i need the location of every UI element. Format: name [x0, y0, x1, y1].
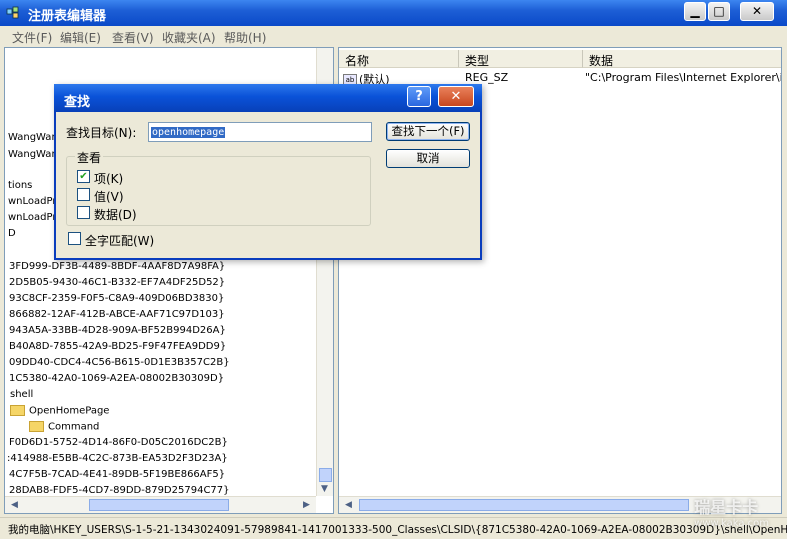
tree-item-shell[interactable]: shell	[10, 389, 33, 400]
keys-checkbox[interactable]: ✔	[77, 170, 90, 183]
tree-item[interactable]: 943A5A-33BB-4D28-909A-BF52B994D26A}	[9, 325, 226, 336]
registry-editor-window: 注册表编辑器 ▁ □ ✕ 文件(F) 编辑(E) 查看(V) 收藏夹(A) 帮助…	[0, 0, 787, 539]
maximize-button[interactable]: □	[708, 2, 730, 21]
tree-item-label: Command	[48, 421, 100, 433]
tree-item[interactable]: :414988-E5BB-4C2C-873B-EA53D2F3D23A}	[7, 453, 228, 464]
match-whole-checkbox[interactable]	[68, 232, 81, 245]
tree-item[interactable]: D	[8, 228, 16, 239]
folder-icon	[10, 405, 25, 416]
registry-app-icon	[6, 6, 19, 19]
tree-item[interactable]: 93C8CF-2359-F0F5-C8A9-409D06BD3830}	[9, 293, 224, 304]
menu-edit[interactable]: 编辑(E)	[60, 29, 101, 46]
tree-item[interactable]: 09DD40-CDC4-4C56-B615-0D1E3B357C2B}	[9, 357, 230, 368]
watermark-sub: www.kaka.com	[694, 518, 769, 529]
keys-label: 项(K)	[94, 172, 124, 186]
tree-item[interactable]: 2D5B05-9430-46C1-B332-EF7A4DF25D52}	[9, 277, 225, 288]
values-label: 值(V)	[94, 190, 124, 204]
data-label: 数据(D)	[94, 208, 137, 222]
scroll-right-arrow-icon[interactable]: ▶	[303, 500, 310, 510]
find-input-value: openhomepage	[151, 127, 226, 138]
menu-favorites[interactable]: 收藏夹(A)	[162, 29, 216, 46]
tree-item-openhomepage[interactable]: OpenHomePage	[10, 405, 109, 417]
find-input[interactable]: openhomepage	[148, 122, 372, 142]
menu-view[interactable]: 查看(V)	[112, 29, 154, 46]
tree-hscroll-thumb[interactable]	[89, 499, 229, 511]
tree-item[interactable]: 866882-12AF-412B-ABCE-AAF71C97D103}	[9, 309, 225, 320]
value-data: "C:\Program Files\Internet Explorer\iexp	[585, 71, 782, 84]
column-type[interactable]: 类型	[459, 50, 583, 68]
scroll-left-arrow-icon[interactable]: ◀	[11, 500, 18, 510]
find-dialog: 查找 ? ✕ 查找目标(N): openhomepage 查找下一个(F) 取消…	[54, 84, 482, 260]
menu-help[interactable]: 帮助(H)	[224, 29, 266, 46]
minimize-button[interactable]: ▁	[684, 2, 706, 21]
tree-item[interactable]: WangWan	[8, 149, 58, 160]
look-at-label: 查看	[75, 149, 104, 166]
help-button[interactable]: ?	[407, 86, 431, 107]
match-whole-label: 全字匹配(W)	[85, 234, 155, 248]
look-at-group: 查看 ✔ 项(K) 值(V) 数据(D)	[66, 149, 371, 226]
cancel-button[interactable]: 取消	[386, 149, 470, 168]
window-title: 注册表编辑器	[28, 9, 107, 24]
scroll-down-arrow-icon[interactable]: ▼	[321, 484, 328, 494]
tree-item-command[interactable]: Command	[29, 421, 99, 433]
dialog-title: 查找	[64, 95, 91, 110]
folder-icon	[29, 421, 44, 432]
find-label: 查找目标(N):	[66, 126, 137, 140]
status-path: 我的电脑\HKEY_USERS\S-1-5-21-1343024091-5798…	[8, 524, 787, 536]
tree-horizontal-scrollbar[interactable]: ◀ ▶	[5, 496, 316, 513]
scroll-left-arrow-icon[interactable]: ◀	[345, 500, 352, 510]
tree-item-label: OpenHomePage	[29, 405, 110, 417]
values-checkbox[interactable]	[77, 188, 90, 201]
dialog-close-button[interactable]: ✕	[438, 86, 474, 107]
list-hscroll-thumb[interactable]	[359, 499, 689, 511]
tree-item[interactable]: F0D6D1-5752-4D14-86F0-D05C2016DC2B}	[9, 437, 228, 448]
tree-item[interactable]: B40A8D-7855-42A9-BD25-F9F47FEA9DD9}	[9, 341, 226, 352]
column-name[interactable]: 名称	[339, 50, 459, 68]
menu-bar: 文件(F) 编辑(E) 查看(V) 收藏夹(A) 帮助(H)	[0, 26, 787, 46]
data-checkbox[interactable]	[77, 206, 90, 219]
watermark-main: 瑞星卡卡	[694, 498, 759, 517]
find-next-button[interactable]: 查找下一个(F)	[386, 122, 470, 141]
dialog-title-bar[interactable]: 查找 ? ✕	[54, 84, 482, 112]
watermark-logo: 瑞星卡卡 www.kaka.com	[694, 494, 769, 529]
status-bar: 我的电脑\HKEY_USERS\S-1-5-21-1343024091-5798…	[0, 517, 787, 539]
title-bar[interactable]: 注册表编辑器 ▁ □ ✕	[0, 0, 787, 26]
tree-item[interactable]: 28DAB8-FDF5-4CD7-89DD-879D25794C77}	[9, 485, 230, 496]
close-button[interactable]: ✕	[740, 2, 774, 21]
menu-file[interactable]: 文件(F)	[12, 29, 52, 46]
column-data[interactable]: 数据	[583, 50, 781, 68]
tree-item[interactable]: 4C7F5B-7CAD-4E41-89DB-5F19BE866AF5}	[9, 469, 225, 480]
tree-item[interactable]: WangWan	[8, 132, 58, 143]
value-type: REG_SZ	[465, 71, 509, 84]
tree-scroll-thumb[interactable]	[319, 468, 332, 482]
tree-item[interactable]: tions	[8, 180, 32, 191]
tree-item[interactable]: 3FD999-DF3B-4489-8BDF-4AAF8D7A98FA}	[9, 261, 225, 272]
tree-item[interactable]: 1C5380-42A0-1069-A2EA-08002B30309D}	[9, 373, 224, 384]
